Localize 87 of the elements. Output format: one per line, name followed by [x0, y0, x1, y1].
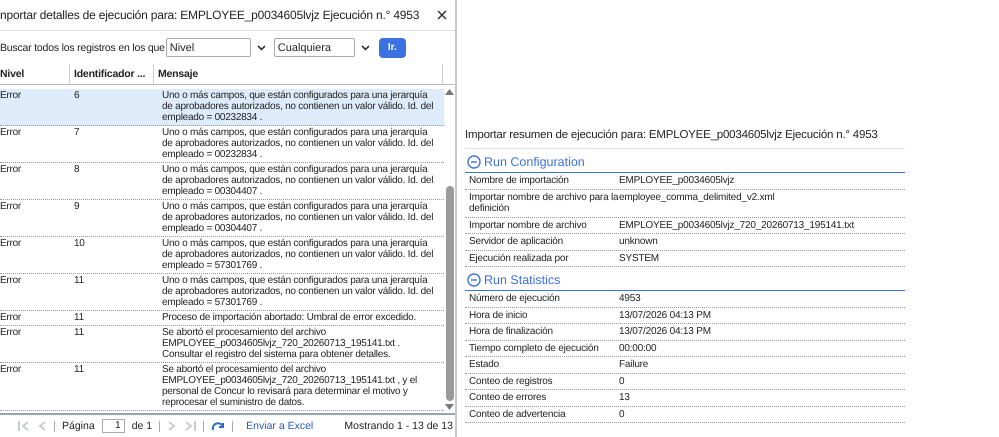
- id-cell-text: 11: [73, 364, 85, 377]
- field-value: EMPLOYEE_p0034605lvjz: [619, 175, 734, 186]
- column-header[interactable]: Identificador ...: [70, 64, 154, 84]
- field-label: Ejecución realizada por: [469, 252, 570, 264]
- field-value: unknown: [619, 236, 658, 248]
- field-value: 13: [619, 392, 630, 404]
- message-cell-text: Uno o más campos, que están configurados para una jerarquía de aprobadores autorizados, no contienen un valor válido. Id. del empleado = 00232834 .: [161, 90, 434, 123]
- message-cell-text: Se abortó el procesamiento del archivo EMPLOYEE_p0034605lvjz_720_20260713_195141.txt , y el personal de Concur lo revisará para determinar el motivo y reprocesar el suministro de datos.: [161, 364, 418, 408]
- level-cell-text: Error: [0, 275, 22, 288]
- page-input[interactable]: 1: [102, 419, 125, 433]
- section-title[interactable]: Run Configuration: [484, 155, 585, 169]
- table-row[interactable]: Error 11 Se abortó el procesamiento del archivo EMPLOYEE_p0034605lvjz_720_20260713_195141.txt , y el personal de Concur lo revisará para determinar el motivo y reprocesar el suministro de datos.: [0, 363, 444, 411]
- table-row[interactable]: Error 10 Uno o más campos, que están configurados para una jerarquía de aprobadores autorizados, no contienen un valor válido. Id. del empleado = 57301769 .: [0, 237, 444, 274]
- column-header[interactable]: Mensaje: [154, 64, 443, 84]
- field-dropdown[interactable]: Nivel: [166, 38, 251, 57]
- table-row[interactable]: Error 11 Proceso de importación abortado: Umbral de error excedido.: [0, 311, 444, 326]
- operator-dropdown[interactable]: Cualquiera: [274, 38, 355, 57]
- table-row[interactable]: Error 11 Se abortó el procesamiento del archivo EMPLOYEE_p0034605lvjz_720_20260713_195141.txt . Consultar el registro del sistema para obtener detalles.: [0, 326, 444, 363]
- field-label: Conteo de errores: [469, 392, 548, 404]
- close-icon[interactable]: [437, 10, 447, 20]
- level-cell-text: Error: [0, 90, 22, 103]
- level-cell-text: Error: [0, 364, 22, 377]
- table-row[interactable]: Error 9 Uno o más campos, que están configurados para una jerarquía de aprobadores autorizados, no contienen un valor válido. Id. del empleado = 00304407 .: [0, 200, 444, 237]
- field-value: 00:00:00: [619, 342, 656, 354]
- field-label: Hora de inicio: [469, 310, 528, 321]
- message-cell-text: Uno o más campos, que están configurados para una jerarquía de aprobadores autorizados, no contienen un valor válido. Id. del empleado = 57301769 .: [161, 238, 434, 271]
- page-label: Página: [62, 420, 95, 432]
- record-count: Mostrando 1 - 13 de 13: [344, 420, 453, 432]
- chevron-down-icon[interactable]: [256, 44, 266, 50]
- field-value: EMPLOYEE_p0034605lvjz_720_20260713_195141.txt: [619, 220, 854, 231]
- field-value: 13/07/2026 04:13 PM: [619, 310, 711, 321]
- field-label: Conteo de advertencia: [469, 408, 567, 420]
- field-label: Importar nombre de archivo para la definición: [469, 192, 619, 214]
- field-label: Servidor de aplicación: [469, 236, 564, 248]
- message-cell-text: Proceso de importación abortado: Umbral de error excedido.: [161, 312, 417, 323]
- summary-title: Importar resumen de ejecución para: EMPLOYEE_p0034605lvjz Ejecución n.° 4953: [465, 128, 905, 149]
- message-cell-text: Uno o más campos, que están configurados para una jerarquía de aprobadores autorizados, no contienen un valor válido. Id. del empleado = 00304407 .: [161, 201, 434, 234]
- field-label: Hora de finalización: [469, 326, 554, 338]
- message-cell-text: Uno o más campos, que están configurados para una jerarquía de aprobadores autorizados, no contienen un valor válido. Id. del empleado = 00304407 .: [161, 164, 434, 197]
- level-cell-text: Error: [0, 238, 22, 251]
- field-value: Failure: [619, 359, 648, 370]
- export-excel-link[interactable]: Enviar a Excel: [246, 420, 314, 432]
- scrollbar-thumb[interactable]: [446, 186, 454, 401]
- id-cell-text: 6: [73, 90, 80, 103]
- field-label: Nombre de importación: [469, 175, 570, 186]
- message-cell-text: Uno o más campos, que están configurados para una jerarquía de aprobadores autorizados, no contienen un valor válido. Id. del empleado = 00232834 .: [161, 127, 434, 160]
- page-count: de 1: [132, 420, 152, 432]
- id-cell-text: 10: [73, 238, 86, 251]
- id-cell-text: 11: [73, 327, 85, 340]
- message-cell-text: Se abortó el procesamiento del archivo EMPLOYEE_p0034605lvjz_720_20260713_195141.txt . Consultar el registro del sistema para obtener detalles.: [161, 327, 401, 360]
- chevron-down-icon[interactable]: [360, 44, 370, 50]
- table-row[interactable]: Error 6 Uno o más campos, que están configurados para una jerarquía de aprobadores autorizados, no contienen un valor válido. Id. del empleado = 00232834 .: [0, 89, 444, 126]
- level-cell-text: Error: [0, 164, 22, 177]
- column-header[interactable]: Nivel: [0, 64, 70, 84]
- field-label: Conteo de registros: [469, 376, 554, 387]
- field-value: 0: [619, 376, 624, 387]
- table-row[interactable]: Error 8 Uno o más campos, que están configurados para una jerarquía de aprobadores autorizados, no contienen un valor válido. Id. del empleado = 00304407 .: [0, 163, 444, 200]
- field-value: 13/07/2026 04:13 PM: [619, 326, 711, 338]
- collapse-icon[interactable]: [467, 155, 481, 169]
- table-row[interactable]: Error 11 Uno o más campos, que están configurados para una jerarquía de aprobadores autorizados, no contienen un valor válido. Id. del empleado = 57301769 .: [0, 274, 444, 311]
- go-button[interactable]: Ir.: [378, 38, 406, 58]
- message-cell-text: Uno o más campos, que están configurados para una jerarquía de aprobadores autorizados, no contienen un valor válido. Id. del empleado = 57301769 .: [161, 275, 434, 308]
- level-cell-text: Error: [0, 201, 22, 214]
- id-cell-text: 9: [73, 201, 80, 214]
- field-label: Tiempo completo de ejecución: [469, 342, 600, 354]
- collapse-icon[interactable]: [467, 273, 481, 287]
- section-title[interactable]: Run Statistics: [484, 273, 560, 287]
- dialog-title: nportar detalles de ejecución para: EMPLOYEE_p0034605lvjz Ejecución n.° 4953: [0, 8, 420, 22]
- table-row[interactable]: Error 7 Uno o más campos, que están configurados para una jerarquía de aprobadores autorizados, no contienen un valor válido. Id. del empleado = 00232834 .: [0, 126, 444, 163]
- scroll-down-icon[interactable]: [445, 404, 454, 410]
- id-cell-text: 8: [73, 164, 80, 177]
- field-value: SYSTEM: [619, 252, 659, 264]
- field-value: 0: [619, 408, 624, 420]
- id-cell-text: 7: [73, 127, 80, 140]
- id-cell-text: 11: [73, 312, 85, 323]
- field-value: employee_comma_delimited_v2.xml: [619, 192, 775, 204]
- field-label: Número de ejecución: [469, 293, 561, 304]
- field-value: 4953: [619, 293, 640, 304]
- level-cell-text: Error: [0, 327, 22, 340]
- level-cell-text: Error: [0, 127, 22, 140]
- field-label: Estado: [469, 359, 500, 370]
- search-label: Buscar todos los registros en los que: [0, 42, 165, 54]
- refresh-icon[interactable]: [211, 421, 226, 431]
- scroll-up-icon[interactable]: [445, 89, 454, 95]
- level-cell-text: Error: [0, 312, 22, 323]
- id-cell-text: 11: [73, 275, 85, 288]
- field-label: Importar nombre de archivo: [469, 220, 588, 231]
